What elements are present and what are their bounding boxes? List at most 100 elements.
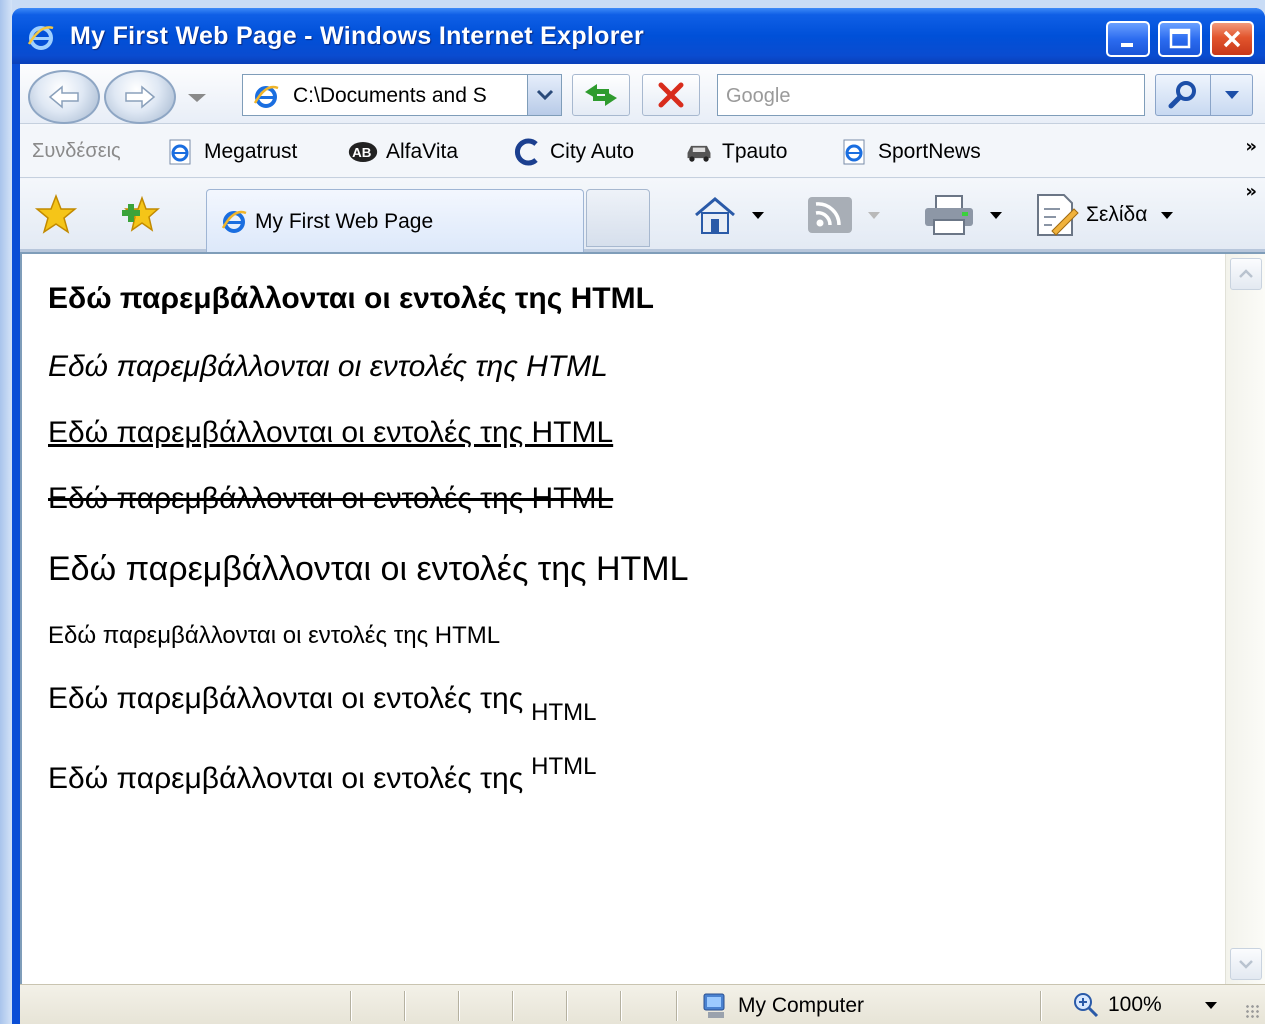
links-label: Συνδέσεις [32,140,121,162]
underlined-text-line: Εδώ παρεμβάλλονται οι εντολές της HTML [48,416,614,449]
search-options-button[interactable] [1211,74,1253,116]
commands-more-button[interactable]: » [1245,181,1257,202]
chevron-up-icon [1239,269,1253,278]
scroll-down-button[interactable] [1230,948,1262,980]
small-text-line: Εδώ παρεμβάλλονται οι εντολές της HTML [48,622,501,649]
maximize-button[interactable] [1158,21,1202,57]
back-button[interactable] [28,70,100,124]
status-bar: My Computer 100% [20,984,1265,1024]
window-title: My First Web Page - Windows Internet Exp… [70,22,645,50]
page-icon [1037,194,1079,236]
link-label: Τpauto [722,140,788,163]
strikethrough-text-line: Εδώ παρεμβάλλονται οι εντολές της HTML [48,482,614,515]
car-icon [684,138,714,166]
status-divider [620,991,622,1021]
superscript-text: HTML [531,753,597,780]
refresh-button[interactable] [572,74,630,116]
links-toolbar: Συνδέσεις Megatrust AB AlfaVita City Aut… [20,126,1265,178]
search-button[interactable] [1155,74,1211,116]
link-label: AlfaVita [386,140,458,163]
title-bar[interactable]: My First Web Page - Windows Internet Exp… [12,8,1265,64]
scroll-up-button[interactable] [1230,258,1262,290]
stop-button[interactable] [642,74,700,116]
status-divider [1040,991,1042,1021]
history-dropdown-icon[interactable] [186,92,208,104]
browser-chrome: C:\Documents and S Google Συνδέσεις Mega… [20,64,1265,253]
close-icon [1223,30,1241,48]
bold-text-line: Εδώ παρεμβάλλονται οι εντολές της HTML [48,282,654,315]
zoom-level: 100% [1108,993,1162,1016]
page-menu-label: Σελίδα [1086,203,1148,226]
security-zone-label: My Computer [738,994,865,1017]
maximize-icon [1169,28,1191,49]
search-icon [1168,81,1196,109]
rss-feed-icon [808,197,852,233]
refresh-icon [585,84,617,106]
home-button[interactable] [692,193,764,237]
italic-text-line: Εδώ παρεμβάλλονται οι εντολές της HTML [48,350,608,383]
page-dropdown-icon [1161,211,1174,219]
status-divider [512,991,514,1021]
security-zone[interactable]: My Computer [700,991,864,1021]
home-icon [695,197,735,234]
link-megatrust[interactable]: Megatrust [166,138,297,166]
add-favorite-button[interactable] [116,193,168,237]
c-logo-icon [512,138,542,166]
address-dropdown-button[interactable] [527,75,561,115]
print-dropdown-icon[interactable] [990,211,1002,219]
status-divider [676,991,678,1021]
new-tab-button[interactable] [586,189,650,247]
page-menu-button[interactable]: Σελίδα [1034,193,1174,237]
chevron-down-icon [1224,91,1239,99]
ie-page-icon [166,138,196,166]
print-button[interactable] [922,193,1002,237]
link-tpauto[interactable]: Τpauto [684,138,787,166]
links-more-button[interactable]: » [1245,136,1257,157]
subscript-text-line: Εδώ παρεμβάλλονται οι εντολές της HTML [48,682,597,726]
tab-my-first-web-page[interactable]: My First Web Page [206,189,584,253]
close-button[interactable] [1210,21,1254,57]
minimize-icon [1121,43,1133,47]
search-input[interactable]: Google [726,85,791,108]
zoom-icon [1074,993,1099,1018]
address-bar[interactable]: C:\Documents and S [242,74,562,116]
link-city-auto[interactable]: City Auto [512,138,634,166]
ie-page-icon [840,138,870,166]
link-sportnews[interactable]: SportNews [840,138,981,166]
ie-page-icon [253,85,279,108]
subscript-base-text: Εδώ παρεμβάλλονται οι εντολές της [48,682,524,715]
ie-logo-icon [27,26,54,50]
printer-icon [925,195,973,235]
zoom-control[interactable]: 100% [1072,991,1162,1019]
forward-button[interactable] [104,70,176,124]
address-input[interactable]: C:\Documents and S [293,84,523,108]
chevron-down-icon [1239,960,1253,969]
star-icon [34,194,78,234]
superscript-text-line: Εδώ παρεμβάλλονται οι εντολές της HTML [48,753,597,796]
search-box[interactable]: Google [717,74,1145,116]
stop-icon [658,82,684,108]
superscript-base-text: Εδώ παρεμβάλλονται οι εντολές της [48,762,524,795]
minimize-button[interactable] [1106,21,1150,57]
big-text-line: Εδώ παρεμβάλλονται οι εντολές της HTML [48,550,689,588]
favorites-center-button[interactable] [30,193,82,237]
desktop-background [0,0,12,1024]
link-alfavita[interactable]: AB AlfaVita [348,138,458,166]
computer-icon [703,993,725,1018]
vertical-scrollbar[interactable] [1225,254,1265,984]
address-toolbar: C:\Documents and S Google [20,64,1265,124]
home-dropdown-icon[interactable] [752,211,764,219]
add-favorite-icon [122,195,160,232]
ie-logo-icon [221,210,247,233]
tabs-toolbar: My First Web Page Σελίδα » [20,179,1265,253]
status-divider [566,991,568,1021]
tab-label: My First Web Page [255,210,434,233]
chevron-down-icon [536,89,553,101]
status-divider [404,991,406,1021]
feeds-button[interactable] [806,193,880,237]
zoom-dropdown-icon[interactable] [1204,1001,1218,1011]
ab-icon: AB [348,138,378,166]
link-label: SportNews [878,140,981,163]
resize-grip[interactable] [1245,1004,1261,1020]
feeds-dropdown-icon [868,211,880,219]
